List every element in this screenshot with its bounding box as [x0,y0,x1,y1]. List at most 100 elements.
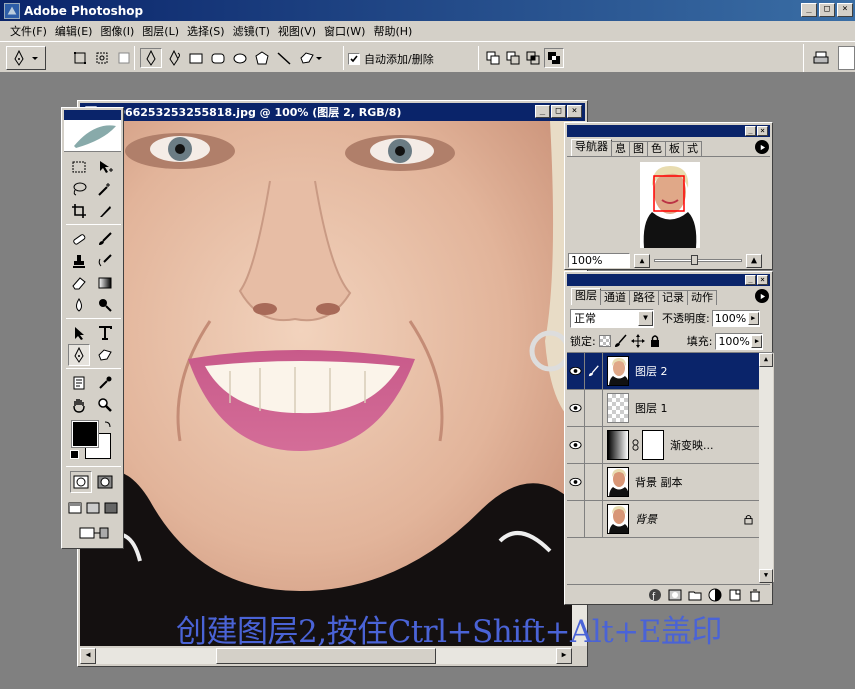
layer-visibility-toggle[interactable] [567,353,585,389]
line-button[interactable] [274,48,294,68]
type-tool[interactable] [94,322,116,344]
zoom-slider-thumb[interactable] [691,255,698,265]
move-tool[interactable] [94,156,116,178]
layers-scroll-up[interactable]: ▲ [759,353,773,367]
layer-row-layer-1[interactable]: 图层 1 [567,390,759,427]
history-brush-tool[interactable] [94,250,116,272]
path-selection-tool[interactable] [68,322,90,344]
jump-to-imageready[interactable] [72,522,116,544]
zoom-in-button[interactable]: ▲ [746,253,762,268]
tab-swatches[interactable]: 板 [665,141,684,156]
menu-view[interactable]: 视图(V) [274,23,320,39]
quick-mask-button[interactable] [94,471,116,493]
navigator-zoom-value[interactable]: 100% [571,254,602,267]
layer-row-background[interactable]: 背景 [567,501,759,538]
screen-mode-menu[interactable] [84,497,102,519]
tool-preset-picker[interactable] [6,46,46,70]
minimize-button[interactable]: _ [801,3,817,17]
layer-link-toggle[interactable] [585,464,603,500]
layers-scroll-down[interactable]: ▼ [759,569,773,583]
layer-row-layer-2[interactable]: 图层 2 [567,353,759,390]
menu-select[interactable]: 选择(S) [183,23,229,39]
tab-navigator[interactable]: 导航器 [571,139,612,156]
opacity-field[interactable]: 100% ▶ [711,309,760,327]
magic-wand-tool[interactable] [94,178,116,200]
tab-styles[interactable]: 式 [683,141,702,156]
lock-image-brush-icon[interactable] [614,334,628,348]
toolbox-logo[interactable] [64,120,121,152]
screen-mode-standard[interactable] [66,497,84,519]
doc-minimize-button[interactable]: _ [535,105,550,118]
new-layer-icon[interactable] [728,588,742,602]
dodge-tool[interactable] [94,294,116,316]
layer-link-toggle[interactable] [585,427,603,463]
combine-button[interactable] [484,48,502,68]
layer-visibility-toggle[interactable] [567,390,585,426]
layer-link-toggle[interactable] [585,501,603,537]
navigator-thumbnail[interactable] [640,162,700,248]
opacity-slider-button[interactable]: ▶ [747,311,759,325]
lock-all-icon[interactable] [648,334,662,348]
polygon-button[interactable] [252,48,272,68]
gradient-tool[interactable] [94,272,116,294]
layer-link-toggle[interactable] [585,390,603,426]
layers-close[interactable]: × [757,275,768,285]
shape-layers-button[interactable] [70,48,90,68]
eyedropper-tool[interactable] [94,372,116,394]
layer-style-icon[interactable]: ƒ [648,588,662,602]
new-group-icon[interactable] [688,588,702,602]
blend-mode-dropdown-button[interactable]: ▼ [638,310,653,326]
maximize-button[interactable]: □ [819,3,835,17]
layers-title-bar[interactable]: _ × [567,274,770,286]
tab-color[interactable]: 色 [647,141,666,156]
custom-shape-button[interactable] [296,48,326,68]
tab-channels[interactable]: 通道 [600,290,630,305]
healing-brush-tool[interactable] [68,228,90,250]
menu-image[interactable]: 图像(I) [96,23,138,39]
hand-tool[interactable] [68,394,90,416]
zoom-slider[interactable] [654,255,742,265]
toolbox-header[interactable] [64,110,121,120]
layer-visibility-toggle[interactable] [567,427,585,463]
fill-slider-button[interactable]: ▶ [751,334,763,348]
crop-tool[interactable] [68,200,90,222]
menu-layer[interactable]: 图层(L) [138,23,183,39]
layers-menu-button[interactable] [755,289,769,303]
fill-field[interactable]: 100% ▶ [715,332,764,350]
layer-visibility-toggle[interactable] [567,464,585,500]
layer-link-toggle[interactable] [585,353,603,389]
intersect-button[interactable] [524,48,542,68]
app-title-bar[interactable]: Adobe Photoshop _ □ × [0,0,855,21]
navigator-close[interactable]: × [757,126,768,136]
navigator-menu-button[interactable] [755,140,769,154]
navigator-minimize[interactable]: _ [745,126,756,136]
paths-button[interactable] [92,48,112,68]
menu-window[interactable]: 窗口(W) [320,23,369,39]
layer-row-gradient-map[interactable]: 渐变映... [567,427,759,464]
ellipse-button[interactable] [230,48,250,68]
default-colors-icon[interactable] [70,450,79,459]
tab-history[interactable]: 记录 [658,290,688,305]
palette-well[interactable] [838,46,855,70]
layer-mask-thumbnail[interactable] [642,430,664,460]
pen-option-button[interactable] [140,48,162,68]
blend-mode-select[interactable]: 正常 ▼ [570,308,654,328]
exclude-button[interactable] [544,48,564,68]
document-canvas[interactable] [80,121,572,646]
zoom-tool[interactable] [94,394,116,416]
auto-add-delete-checkbox[interactable] [348,53,360,65]
trash-icon[interactable] [748,588,762,602]
tab-layers[interactable]: 图层 [571,288,601,305]
file-browser-button[interactable] [810,48,832,68]
custom-shape-tool[interactable] [94,344,116,366]
lock-position-move-icon[interactable] [630,334,645,348]
rounded-rectangle-button[interactable] [208,48,228,68]
blur-tool[interactable] [68,294,90,316]
standard-mode-button[interactable] [70,471,92,493]
zoom-out-button[interactable]: ▲ [634,253,650,268]
scroll-left-button[interactable]: ◀ [80,648,96,664]
lasso-tool[interactable] [68,178,90,200]
menu-edit[interactable]: 编辑(E) [51,23,97,39]
notes-tool[interactable] [68,372,90,394]
lock-transparent-checkbox[interactable] [598,335,611,347]
